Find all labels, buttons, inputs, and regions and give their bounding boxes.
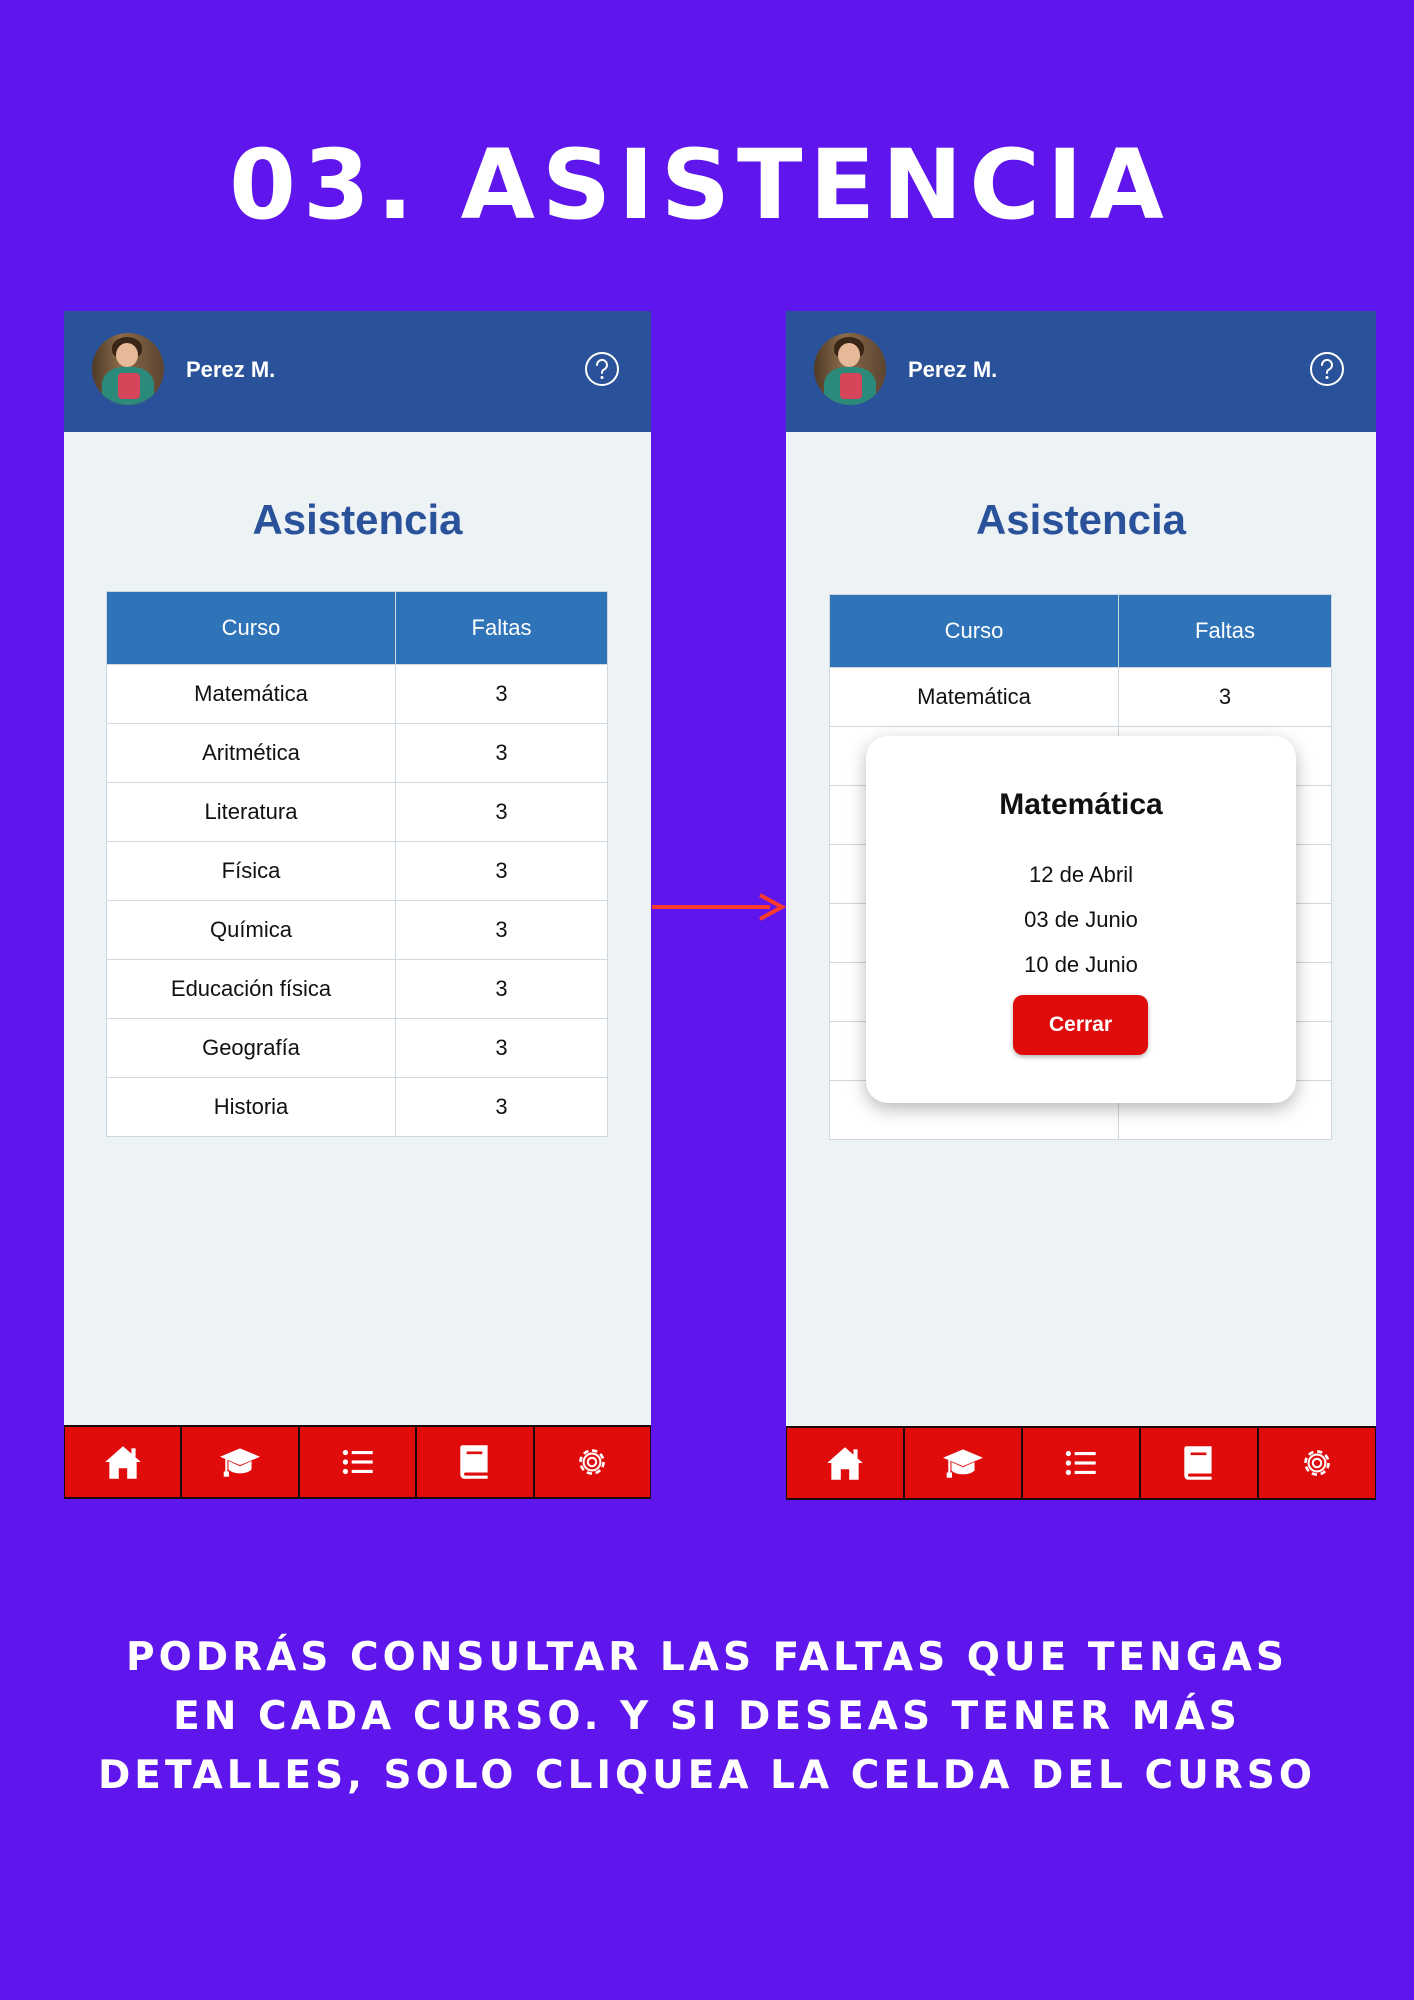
column-header-absences: Faltas — [1118, 594, 1332, 668]
absences-cell: 3 — [395, 900, 608, 960]
absence-detail-modal: Matemática 12 de Abril 03 de Junio 10 de… — [866, 736, 1296, 1103]
attendance-screen-list: Perez M. Asistencia Curso Faltas Matemát… — [64, 311, 651, 1499]
absences-cell: 3 — [395, 664, 608, 724]
course-cell[interactable]: Física — [106, 841, 396, 901]
app-header: Perez M. — [64, 311, 651, 432]
table-row[interactable]: Historia 3 — [106, 1077, 608, 1137]
absences-cell: 3 — [395, 959, 608, 1019]
help-icon[interactable] — [584, 351, 620, 387]
bottom-nav — [786, 1426, 1376, 1500]
table-row[interactable]: Aritmética 3 — [106, 723, 608, 783]
absence-date: 12 de Abril — [1029, 862, 1133, 887]
bottom-nav — [64, 1425, 651, 1499]
column-header-course: Curso — [829, 594, 1119, 668]
nav-home[interactable] — [64, 1425, 182, 1499]
screen-title: Asistencia — [252, 496, 463, 543]
table-row[interactable]: Literatura 3 — [106, 782, 608, 842]
gear-icon — [579, 1449, 606, 1475]
help-icon[interactable] — [1309, 351, 1345, 387]
absences-cell: 3 — [1118, 667, 1332, 727]
nav-book[interactable] — [1140, 1426, 1258, 1500]
table-row[interactable]: Química 3 — [106, 900, 608, 960]
book-icon — [460, 1445, 488, 1479]
table-row[interactable]: Física 3 — [106, 841, 608, 901]
absences-cell: 3 — [395, 841, 608, 901]
avatar[interactable] — [814, 333, 886, 405]
nav-book[interactable] — [416, 1425, 534, 1499]
modal-title: Matemática — [999, 788, 1163, 821]
graduation-cap-icon — [943, 1449, 983, 1478]
list-icon — [1065, 1450, 1096, 1476]
course-cell[interactable]: Geografía — [106, 1018, 396, 1078]
caption: PODRÁS CONSULTAR LAS FALTAS QUE TENGAS E… — [0, 1628, 1414, 1805]
absences-cell: 3 — [395, 1018, 608, 1078]
page-heading: 03. ASISTENCIA — [229, 129, 1171, 241]
user-name: Perez M. — [908, 357, 998, 382]
table-row[interactable]: Matemática 3 — [829, 667, 1332, 727]
table-row[interactable]: Educación física 3 — [106, 959, 608, 1019]
absence-date: 10 de Junio — [1024, 952, 1138, 977]
user-name: Perez M. — [186, 357, 276, 382]
nav-list[interactable] — [1022, 1426, 1140, 1500]
table-row[interactable]: Matemática 3 — [106, 664, 608, 724]
caption-line: PODRÁS CONSULTAR LAS FALTAS QUE TENGAS — [125, 1635, 1288, 1680]
screen-title: Asistencia — [975, 496, 1187, 543]
absences-cell: 3 — [395, 1077, 608, 1137]
course-cell[interactable]: Aritmética — [106, 723, 396, 783]
nav-list[interactable] — [298, 1425, 417, 1499]
close-button[interactable]: Cerrar — [1013, 995, 1148, 1055]
absences-cell: 3 — [395, 723, 608, 783]
table-row[interactable]: Geografía 3 — [106, 1018, 608, 1078]
nav-settings[interactable] — [1258, 1426, 1376, 1500]
graduation-cap-icon — [220, 1448, 261, 1477]
course-cell[interactable]: Química — [106, 900, 396, 960]
absence-date: 03 de Junio — [1024, 907, 1138, 932]
column-header-absences: Faltas — [395, 591, 608, 665]
home-icon — [827, 1447, 863, 1480]
avatar[interactable] — [92, 333, 164, 405]
caption-line: EN CADA CURSO. Y SI DESEAS TENER MÁS — [173, 1694, 1241, 1739]
gear-icon — [1304, 1450, 1330, 1476]
column-header-course: Curso — [106, 591, 396, 665]
home-icon — [104, 1446, 141, 1479]
attendance-table: Curso Faltas Matemática 3 Aritmética 3 Lit… — [106, 591, 608, 1137]
transition-arrow-icon — [652, 893, 786, 921]
caption-line: DETALLES, SOLO CLIQUEA LA CELDA DEL CURS… — [97, 1753, 1317, 1798]
course-cell[interactable]: Literatura — [106, 782, 396, 842]
absences-cell: 3 — [395, 782, 608, 842]
nav-settings[interactable] — [533, 1425, 651, 1499]
nav-courses[interactable] — [904, 1426, 1022, 1500]
app-header: Perez M. — [786, 311, 1376, 432]
nav-courses[interactable] — [181, 1425, 299, 1499]
nav-home[interactable] — [786, 1426, 904, 1500]
list-icon — [342, 1449, 373, 1475]
attendance-screen-detail: Perez M. Asistencia Curso Faltas Matemát… — [786, 311, 1376, 1500]
book-icon — [1184, 1446, 1212, 1480]
course-cell[interactable]: Matemática — [829, 667, 1119, 727]
course-cell[interactable]: Matemática — [106, 664, 396, 724]
course-cell[interactable]: Historia — [106, 1077, 396, 1137]
course-cell[interactable]: Educación física — [106, 959, 396, 1019]
